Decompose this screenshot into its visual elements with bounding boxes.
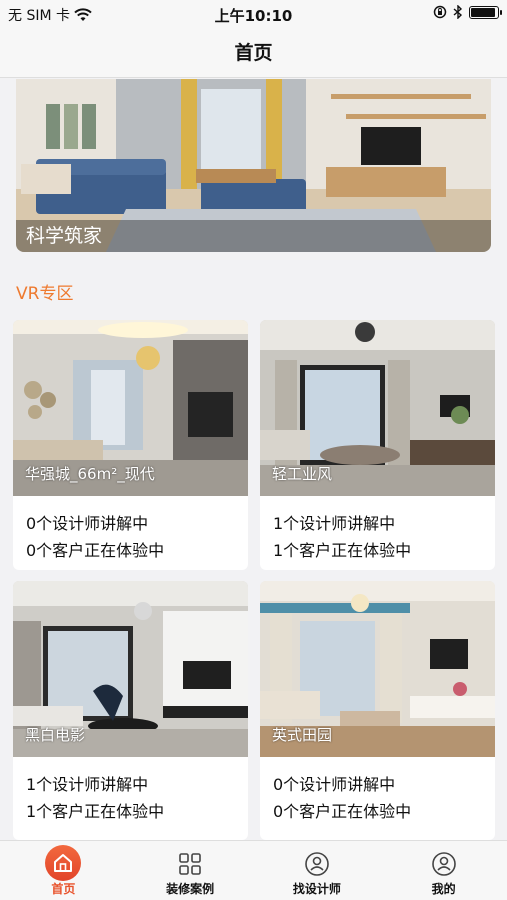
designer-count: 0个设计师讲解中	[273, 775, 396, 794]
banner-carousel[interactable]: 科学筑家	[16, 79, 491, 252]
vr-card-2[interactable]: 轻工业风 1个设计师讲解中 1个客户正在体验中	[260, 320, 495, 570]
card-image: 轻工业风	[260, 320, 495, 496]
customer-count: 0个客户正在体验中	[273, 802, 412, 821]
tab-cases[interactable]: 装修案例	[127, 841, 254, 900]
banner-caption: 科学筑家	[16, 220, 491, 252]
customer-count: 0个客户正在体验中	[26, 541, 165, 560]
clock: 上午10:10	[214, 7, 293, 25]
vr-card-4[interactable]: 英式田园 0个设计师讲解中 0个客户正在体验中	[260, 581, 495, 840]
customer-count: 1个客户正在体验中	[26, 802, 165, 821]
tab-designers[interactable]: 找设计师	[254, 841, 381, 900]
card-title: 黑白电影	[25, 726, 86, 744]
card-stats: 0个设计师讲解中 0个客户正在体验中	[13, 496, 248, 564]
tab-label: 装修案例	[166, 882, 215, 896]
card-title: 英式田园	[272, 726, 333, 744]
designer-count: 1个设计师讲解中	[273, 514, 396, 533]
card-stats: 1个设计师讲解中 1个客户正在体验中	[260, 496, 495, 564]
card-stats: 1个设计师讲解中 1个客户正在体验中	[13, 757, 248, 825]
tab-bar: 首页 装修案例 找设计师 我的	[0, 840, 507, 900]
battery-fill	[471, 7, 495, 17]
grid-icon	[179, 853, 201, 875]
tab-label: 我的	[431, 882, 456, 896]
vr-card-3[interactable]: 黑白电影 1个设计师讲解中 1个客户正在体验中	[13, 581, 248, 840]
person-icon	[305, 852, 329, 876]
vr-card-1[interactable]: 华强城_66m²_现代 0个设计师讲解中 0个客户正在体验中	[13, 320, 248, 570]
section-title-vr: VR专区	[16, 284, 74, 304]
tab-home[interactable]: 首页	[0, 841, 127, 900]
card-image: 黑白电影	[13, 581, 248, 757]
tab-label: 首页	[51, 882, 76, 896]
tab-label: 找设计师	[292, 882, 341, 896]
status-right	[433, 5, 502, 19]
main-content[interactable]: 科学筑家 VR专区 华强城_66m²_现代 0个设计师讲解中 0个客户正在体验中…	[0, 79, 507, 840]
card-image: 华强城_66m²_现代	[13, 320, 248, 496]
card-image: 英式田园	[260, 581, 495, 757]
lock-rotation-icon	[433, 5, 447, 19]
page-title: 首页	[234, 42, 273, 64]
card-title: 华强城_66m²_现代	[25, 465, 155, 483]
profile-icon	[431, 852, 456, 876]
designer-count: 1个设计师讲解中	[26, 775, 149, 794]
tab-profile[interactable]: 我的	[380, 841, 507, 900]
card-title: 轻工业风	[272, 465, 333, 483]
nav-bar: 首页	[0, 28, 507, 78]
customer-count: 1个客户正在体验中	[273, 541, 412, 560]
home-icon	[45, 845, 82, 881]
status-bar: 无 SIM 卡 上午10:10	[0, 0, 507, 28]
bluetooth-icon	[453, 5, 463, 19]
card-stats: 0个设计师讲解中 0个客户正在体验中	[260, 757, 495, 825]
battery-icon	[469, 5, 502, 19]
designer-count: 0个设计师讲解中	[26, 514, 149, 533]
